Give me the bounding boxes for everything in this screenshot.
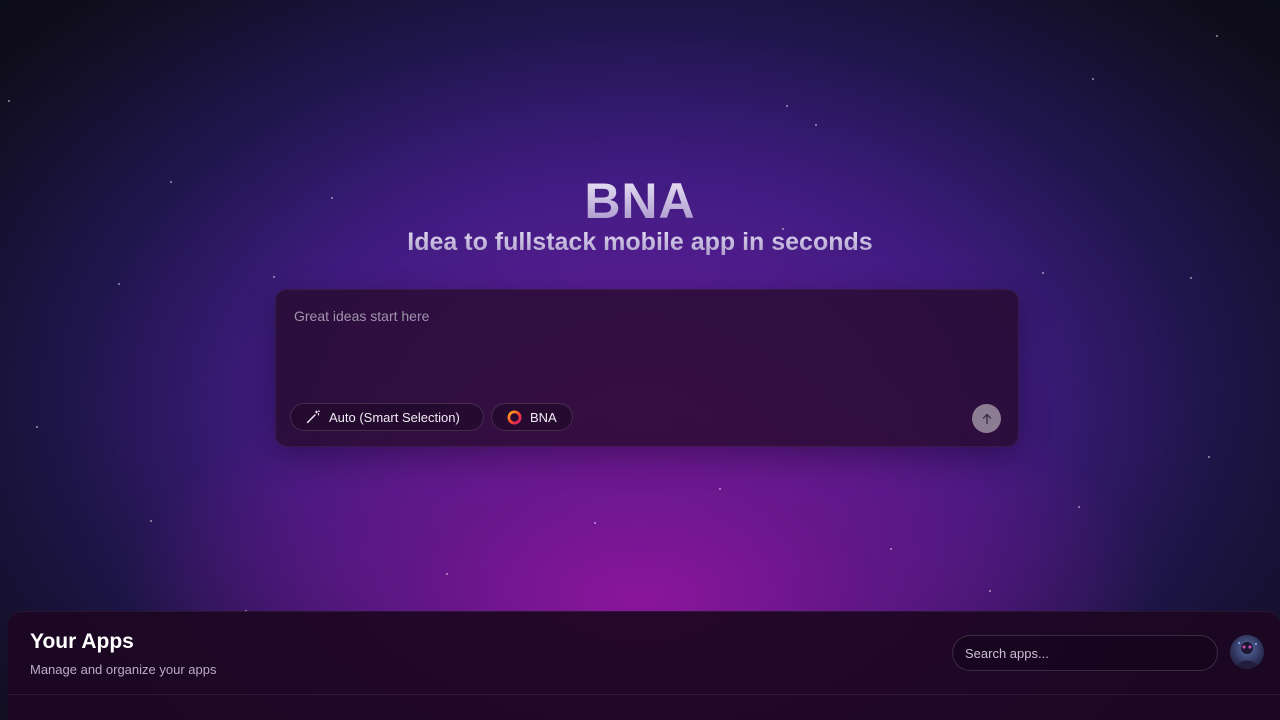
bna-chip-label: BNA: [530, 409, 557, 425]
apps-divider: [8, 694, 1280, 695]
avatar[interactable]: [1230, 635, 1264, 669]
send-button[interactable]: [972, 404, 1001, 433]
arrow-up-icon: [981, 413, 993, 425]
model-select-chip[interactable]: Auto (Smart Selection): [290, 403, 484, 431]
apps-subtitle: Manage and organize your apps: [30, 662, 217, 677]
bna-chip[interactable]: BNA: [491, 403, 573, 431]
bna-logo-icon: [506, 409, 522, 425]
page-background: BNA Idea to fullstack mobile app in seco…: [0, 0, 1280, 720]
hero-subtitle: Idea to fullstack mobile app in seconds: [0, 228, 1280, 257]
search-apps-input[interactable]: [952, 635, 1218, 671]
your-apps-panel: Your Apps Manage and organize your apps: [8, 611, 1280, 720]
magic-wand-icon: [305, 409, 321, 425]
prompt-input[interactable]: [294, 308, 994, 368]
model-select-label: Auto (Smart Selection): [329, 409, 460, 425]
apps-title: Your Apps: [30, 630, 134, 653]
hero-title: BNA: [0, 172, 1280, 230]
prompt-card: Auto (Smart Selection) BNA: [275, 289, 1019, 447]
